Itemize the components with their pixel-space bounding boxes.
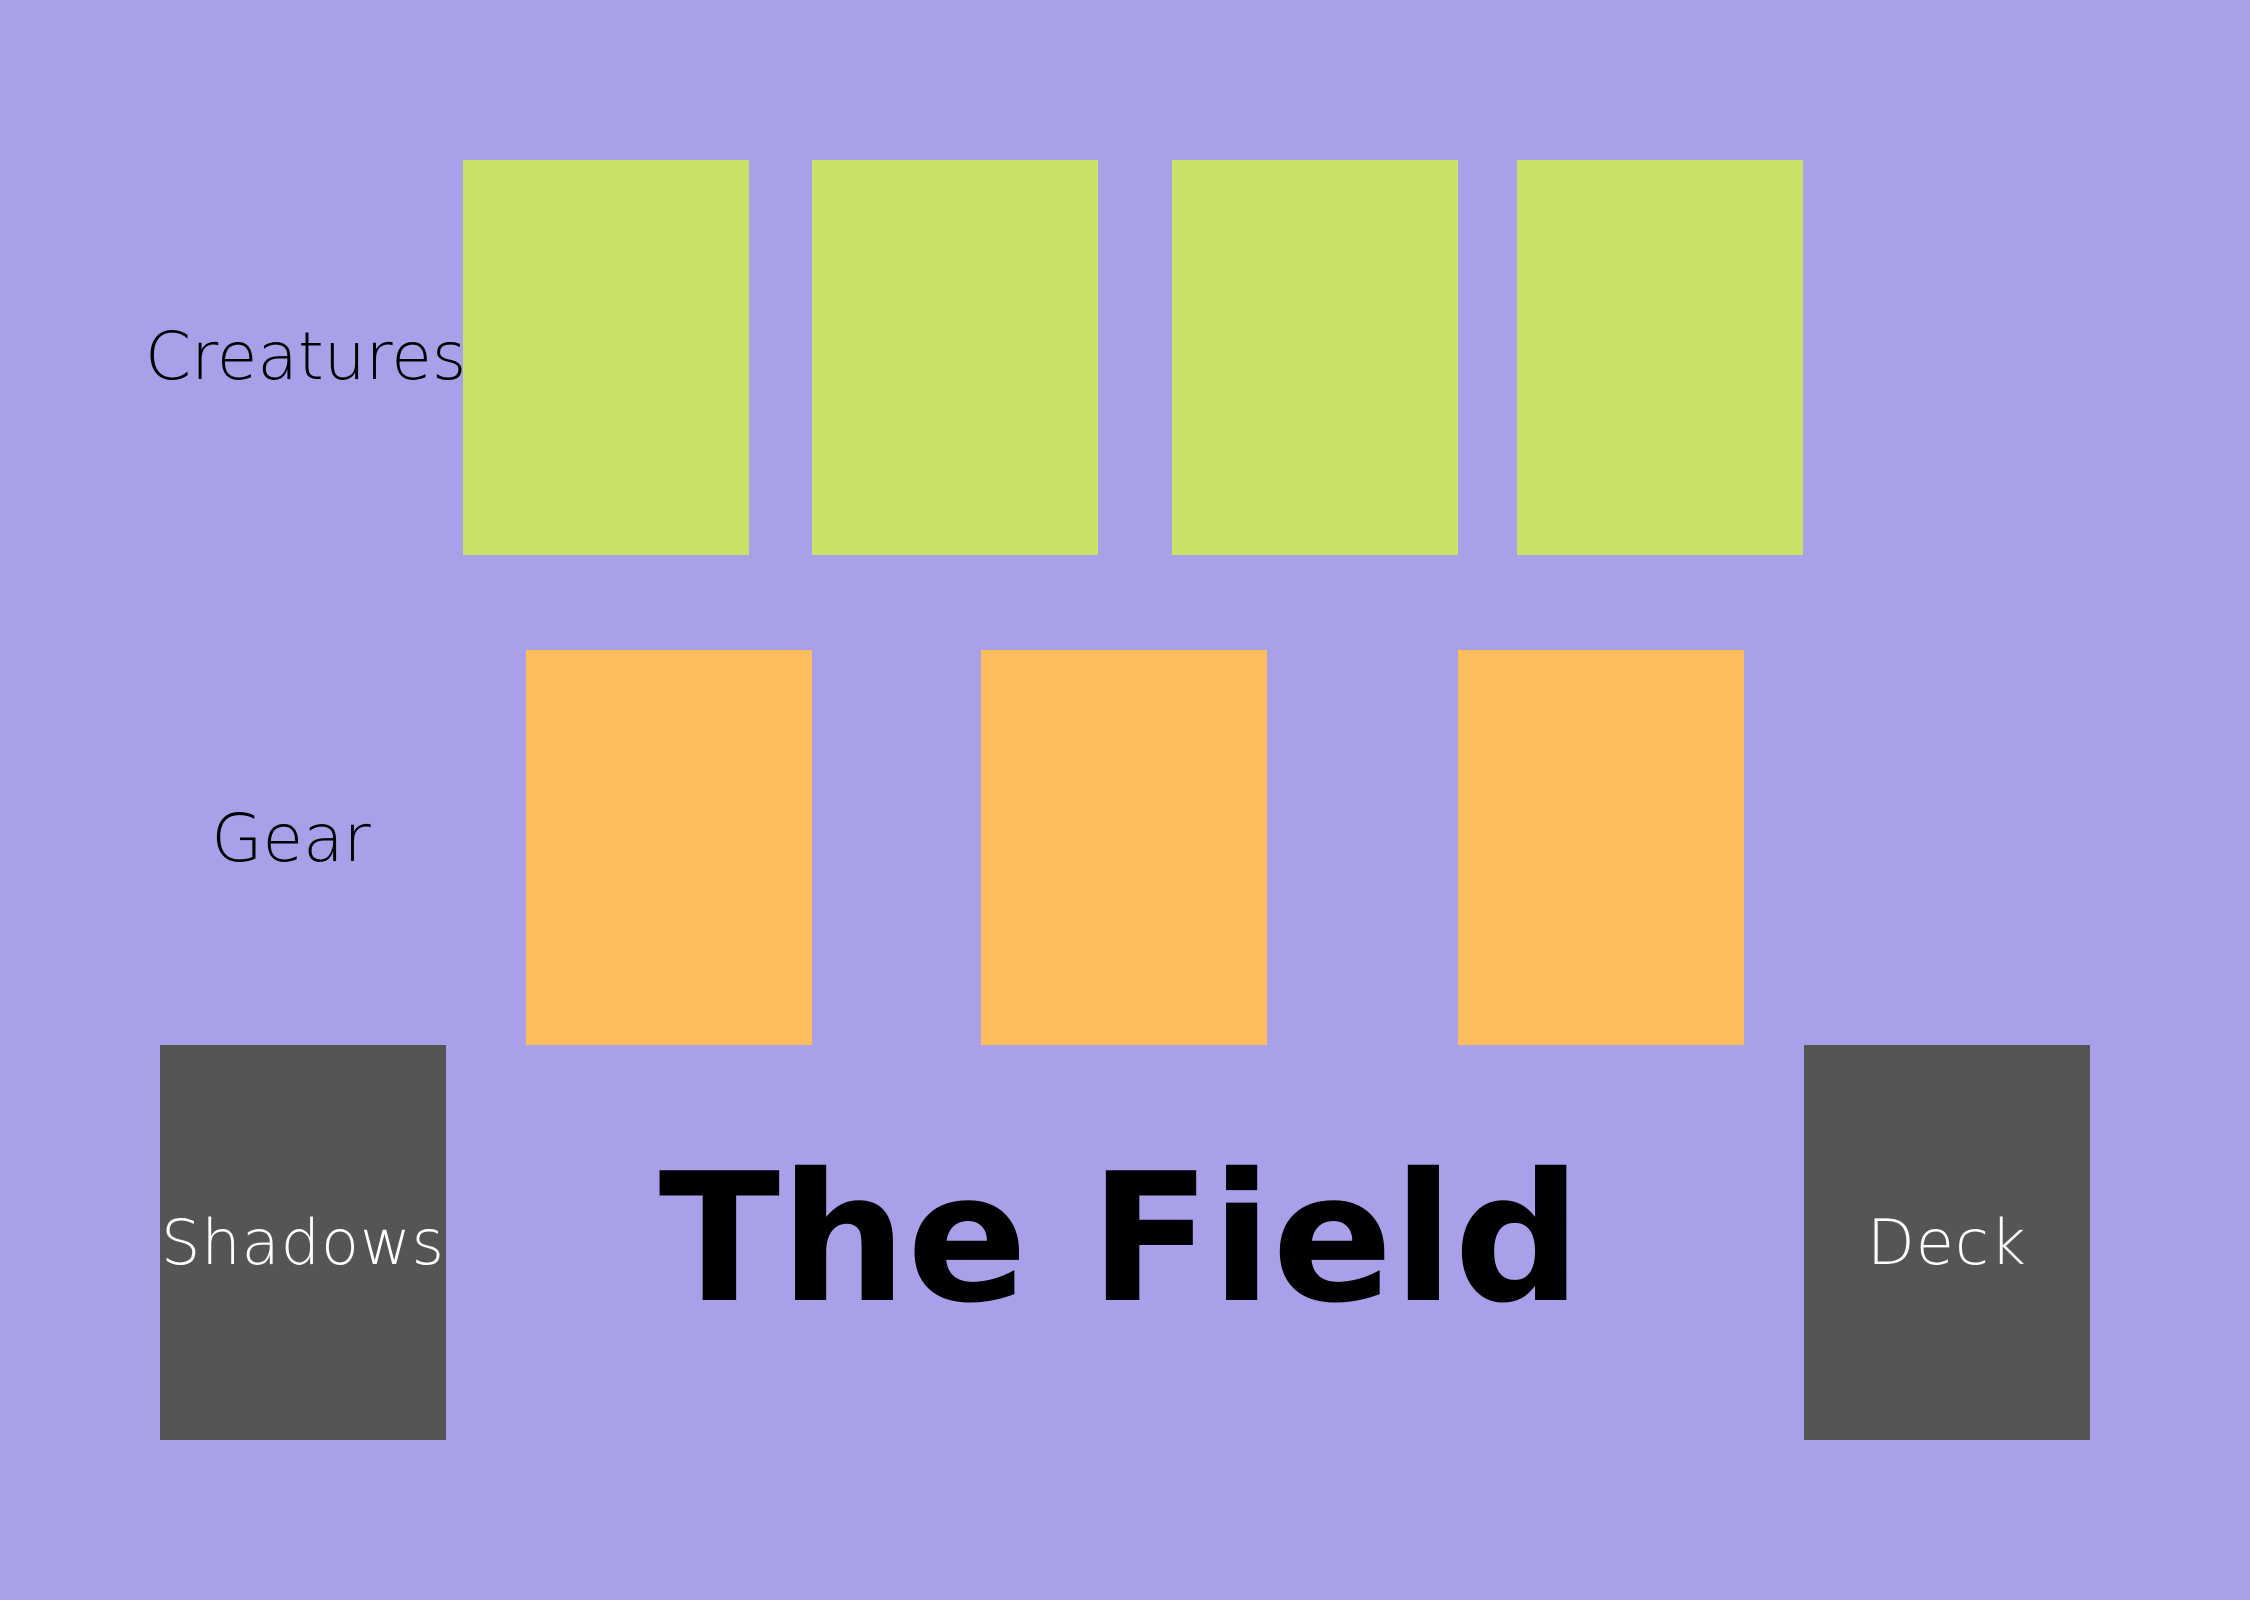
gear-slot-3[interactable] (1458, 650, 1744, 1045)
creature-slot-2[interactable] (812, 160, 1098, 555)
creatures-row-label: Creatures (145, 318, 467, 395)
shadows-pile[interactable]: Shadows (160, 1045, 446, 1440)
deck-pile-label: Deck (1867, 1206, 2027, 1279)
game-board: Creatures Gear Shadows The Field Deck (0, 0, 2250, 1600)
creature-slot-3[interactable] (1172, 160, 1458, 555)
deck-pile[interactable]: Deck (1804, 1045, 2090, 1440)
shadows-pile-label: Shadows (161, 1206, 445, 1279)
creature-slot-4[interactable] (1517, 160, 1803, 555)
creature-slot-1[interactable] (463, 160, 749, 555)
board-title: The Field (658, 1135, 1582, 1342)
gear-slot-2[interactable] (981, 650, 1267, 1045)
gear-row-label: Gear (211, 800, 371, 877)
gear-slot-1[interactable] (526, 650, 812, 1045)
